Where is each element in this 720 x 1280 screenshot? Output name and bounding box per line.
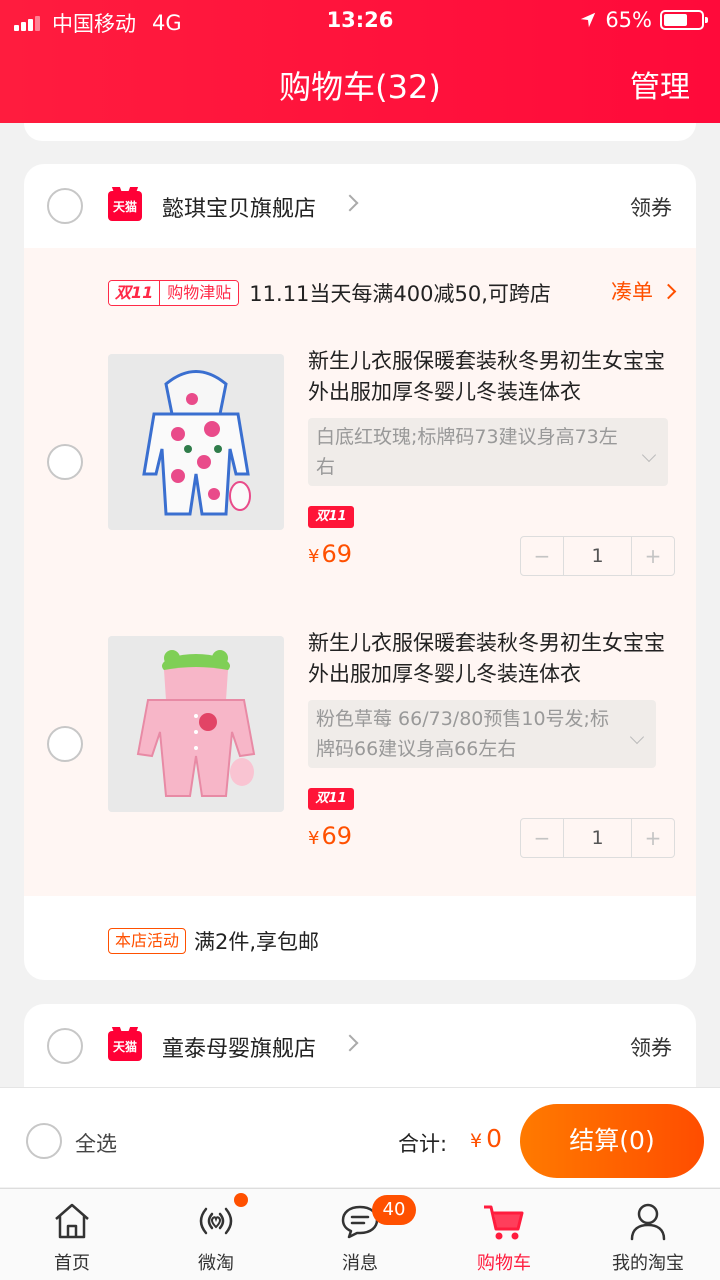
- price-value: 69: [321, 822, 352, 850]
- status-bar: 中国移动 4G 13:26 65%: [0, 0, 720, 40]
- message-badge: 40: [372, 1195, 416, 1225]
- total-value: 0: [486, 1124, 502, 1153]
- product-image[interactable]: [108, 636, 284, 812]
- chevron-right-icon[interactable]: [341, 194, 359, 212]
- double11-tag: 双11: [109, 281, 161, 305]
- item-select-radio[interactable]: [47, 726, 83, 762]
- shop-header: 天猫 懿琪宝贝旗舰店 领券: [24, 164, 696, 248]
- decrease-button[interactable]: −: [521, 537, 563, 575]
- chevron-right-icon: [660, 283, 677, 299]
- total-amount: ¥0: [470, 1124, 502, 1153]
- quantity-stepper: − 1 +: [520, 818, 675, 858]
- shop-name[interactable]: 童泰母婴旗舰店: [162, 1031, 316, 1063]
- double11-badge: 双11: [308, 506, 354, 528]
- sku-selector[interactable]: 粉色草莓 66/73/80预售10号发;标牌码66建议身高66左右: [308, 700, 656, 768]
- double11-badge: 双11: [308, 788, 354, 810]
- chevron-down-icon: [629, 729, 645, 745]
- store-activity-tag: 本店活动: [108, 928, 187, 954]
- header: 中国移动 4G 13:26 65% 购物车(32) 管理: [0, 0, 720, 123]
- shop-select-radio[interactable]: [47, 188, 83, 224]
- tab-label: 我的淘宝: [612, 1253, 684, 1274]
- select-all-label[interactable]: 全选: [75, 1128, 117, 1158]
- tab-messages[interactable]: 40 消息: [288, 1189, 432, 1280]
- item-price: ¥69: [308, 822, 352, 850]
- product-image[interactable]: [108, 354, 284, 530]
- currency-symbol: ¥: [308, 546, 320, 567]
- home-icon: [55, 1203, 89, 1239]
- tab-label: 消息: [342, 1253, 378, 1274]
- previous-card-edge: [24, 123, 696, 141]
- page-title: 购物车(32): [279, 68, 441, 106]
- cart-item: 新生儿衣服保暖套装秋冬男初生女宝宝外出服加厚冬婴儿冬装连体衣 粉色草莓 66/7…: [24, 631, 696, 876]
- decrease-button[interactable]: −: [521, 819, 563, 857]
- price-value: 69: [321, 540, 352, 568]
- tab-bar: 首页 微淘 40 消息 购物车 我的淘宝: [0, 1188, 720, 1280]
- promo-tag: 双11 购物津贴: [108, 280, 240, 306]
- tab-weitao[interactable]: 微淘: [144, 1189, 288, 1280]
- cou-dan-label: 凑单: [611, 280, 653, 304]
- currency-symbol: ¥: [470, 1130, 483, 1152]
- sku-text: 白底红玫瑰;标牌码73建议身高73左右: [316, 426, 618, 478]
- tab-home[interactable]: 首页: [0, 1189, 144, 1280]
- tab-cart[interactable]: 购物车: [432, 1189, 576, 1280]
- tab-label: 首页: [54, 1253, 90, 1274]
- chevron-right-icon[interactable]: [341, 1034, 359, 1052]
- tab-label: 微淘: [198, 1253, 234, 1274]
- shop-name[interactable]: 懿琪宝贝旗舰店: [162, 191, 316, 223]
- promo-bar: 双11 购物津贴 11.11当天每满400减50,可跨店: [108, 278, 551, 308]
- manage-button[interactable]: 管理: [630, 62, 690, 106]
- shop-select-radio[interactable]: [47, 1028, 83, 1064]
- tab-profile[interactable]: 我的淘宝: [576, 1189, 720, 1280]
- cart-icon: [484, 1205, 524, 1240]
- total-label: 合计:: [398, 1132, 448, 1156]
- item-select-radio[interactable]: [47, 444, 83, 480]
- tab-label: 购物车: [477, 1253, 531, 1274]
- sku-selector[interactable]: 白底红玫瑰;标牌码73建议身高73左右: [308, 418, 668, 486]
- quantity-stepper: − 1 +: [520, 536, 675, 576]
- store-activity-text: 满2件,享包邮: [194, 930, 320, 954]
- select-all-radio[interactable]: [26, 1123, 62, 1159]
- checkout-bar: 全选 合计: ¥0 结算(0): [0, 1087, 720, 1187]
- chevron-down-icon: [641, 447, 657, 463]
- product-title[interactable]: 新生儿衣服保暖套装秋冬男初生女宝宝外出服加厚冬婴儿冬装连体衣: [308, 346, 678, 408]
- location-arrow-icon: [581, 12, 596, 28]
- broadcast-icon: [199, 1207, 233, 1235]
- cart-item: 新生儿衣服保暖套装秋冬男初生女宝宝外出服加厚冬婴儿冬装连体衣 白底红玫瑰;标牌码…: [24, 349, 696, 594]
- battery-percent: 65%: [605, 8, 652, 32]
- item-price: ¥69: [308, 540, 352, 568]
- coupon-button[interactable]: 领券: [630, 192, 672, 222]
- allowance-tag: 购物津贴: [160, 281, 239, 305]
- tmall-icon: 天猫: [108, 191, 142, 221]
- quantity-input[interactable]: 1: [563, 819, 632, 857]
- sku-text: 粉色草莓 66/73/80预售10号发;标牌码66建议身高66左右: [316, 708, 609, 760]
- product-title[interactable]: 新生儿衣服保暖套装秋冬男初生女宝宝外出服加厚冬婴儿冬装连体衣: [308, 628, 678, 690]
- shop-card: 天猫 懿琪宝贝旗舰店 领券 双11 购物津贴 11.11当天每满400减50,可…: [24, 164, 696, 980]
- increase-button[interactable]: +: [632, 537, 674, 575]
- increase-button[interactable]: +: [632, 819, 674, 857]
- currency-symbol: ¥: [308, 828, 320, 849]
- battery-icon: [660, 10, 708, 30]
- store-activity: 本店活动 满2件,享包邮: [108, 926, 319, 956]
- cou-dan-link[interactable]: 凑单: [611, 276, 677, 306]
- tmall-icon: 天猫: [108, 1031, 142, 1061]
- shop-header: 天猫 童泰母婴旗舰店 领券: [24, 1004, 696, 1088]
- profile-icon: [630, 1203, 666, 1241]
- settle-button[interactable]: 结算(0): [520, 1104, 704, 1178]
- promo-zone: 双11 购物津贴 11.11当天每满400减50,可跨店 凑单 新生儿衣服保暖套…: [24, 248, 696, 896]
- quantity-input[interactable]: 1: [563, 537, 632, 575]
- promo-text: 11.11当天每满400减50,可跨店: [249, 282, 551, 306]
- coupon-button[interactable]: 领券: [630, 1032, 672, 1062]
- notification-dot: [234, 1193, 248, 1207]
